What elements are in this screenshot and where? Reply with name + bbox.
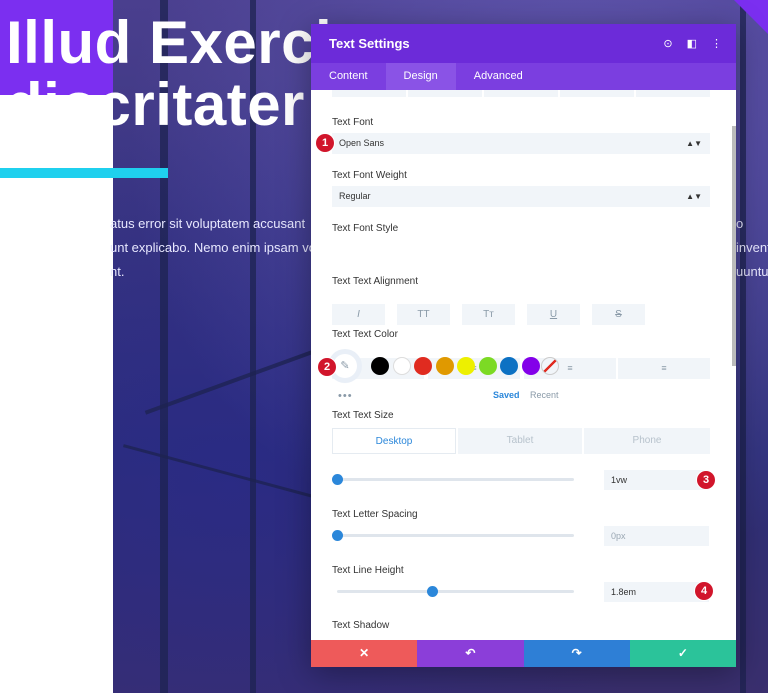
- color-swatch[interactable]: [414, 357, 432, 375]
- text-settings-modal: Text Settings ⊙ ◧ ⋮ Content Design Advan…: [311, 24, 736, 667]
- color-swatch[interactable]: [392, 357, 411, 375]
- saved-colors-tab[interactable]: Saved: [493, 390, 520, 400]
- undo-button[interactable]: ↶: [417, 640, 524, 667]
- no-color-swatch[interactable]: [541, 357, 559, 375]
- text-color-label: Text Text Color: [332, 329, 398, 340]
- purple-corner-top-right: [734, 0, 768, 34]
- text-shadow-label: Text Shadow: [332, 620, 390, 631]
- modal-tabs: Content Design Advanced: [311, 63, 736, 90]
- step-marker-4: 4: [695, 582, 713, 600]
- text-font-select[interactable]: Open Sans ▲▼: [332, 133, 710, 154]
- clipped-row-button: [636, 90, 710, 97]
- device-tab-desktop[interactable]: Desktop: [332, 428, 456, 454]
- tab-advanced[interactable]: Advanced: [456, 63, 541, 90]
- letter-spacing-input[interactable]: 0px: [604, 526, 709, 546]
- letter-spacing-slider-track[interactable]: [337, 534, 574, 537]
- italic-button[interactable]: I: [332, 304, 385, 325]
- text-size-label: Text Text Size: [332, 410, 394, 421]
- modal-body: Text Font Open Sans ▲▼ Text Font Weight …: [311, 90, 736, 640]
- hero-title-line2: diocritater: [6, 71, 305, 138]
- underline-button[interactable]: U: [527, 304, 580, 325]
- color-swatch[interactable]: [457, 357, 475, 375]
- modal-title: Text Settings: [329, 36, 410, 51]
- device-tab-phone[interactable]: Phone: [584, 428, 710, 454]
- step-marker-3: 3: [697, 471, 715, 489]
- text-font-value: Open Sans: [339, 138, 385, 148]
- text-font-weight-select[interactable]: Regular ▲▼: [332, 186, 710, 207]
- redo-button[interactable]: ↷: [523, 640, 630, 667]
- line-height-label: Text Line Height: [332, 565, 404, 576]
- more-vertical-icon[interactable]: ⋮: [711, 37, 722, 50]
- line-height-slider-track[interactable]: [337, 590, 574, 593]
- clipped-row-button: [332, 90, 406, 97]
- text-font-style-label: Text Font Style: [332, 223, 399, 234]
- tree-branch: [123, 444, 317, 499]
- color-swatch[interactable]: [435, 357, 454, 375]
- capitalize-button[interactable]: Tт: [462, 304, 515, 325]
- color-swatch[interactable]: [371, 357, 389, 375]
- letter-spacing-label: Text Letter Spacing: [332, 509, 418, 520]
- modal-header: Text Settings ⊙ ◧ ⋮: [311, 24, 736, 63]
- accent-bar: [0, 168, 168, 178]
- uppercase-button[interactable]: TT: [397, 304, 450, 325]
- text-font-weight-value: Regular: [339, 191, 371, 201]
- select-arrow-icon: ▲▼: [686, 192, 702, 201]
- strikethrough-button[interactable]: S: [592, 304, 645, 325]
- hero-title: Illud Exerci diocritater: [6, 12, 332, 136]
- text-font-weight-label: Text Font Weight: [332, 170, 407, 181]
- hero-title-line1: Illud Exerci: [6, 9, 333, 76]
- color-swatch[interactable]: [521, 357, 540, 375]
- split-view-icon[interactable]: ◧: [687, 37, 697, 50]
- recent-colors-tab[interactable]: Recent: [530, 390, 559, 400]
- text-size-slider-thumb[interactable]: [332, 474, 343, 485]
- color-picker-icon[interactable]: ✎: [333, 354, 357, 378]
- align-justify-button[interactable]: ≡: [618, 358, 710, 379]
- step-marker-1: 1: [316, 134, 334, 152]
- tree-branch: [144, 349, 316, 415]
- text-font-label: Text Font: [332, 117, 374, 128]
- save-button[interactable]: ✓: [629, 640, 736, 667]
- tab-content[interactable]: Content: [311, 63, 386, 90]
- letter-spacing-slider-thumb[interactable]: [332, 530, 343, 541]
- more-colors-icon[interactable]: •••: [338, 390, 353, 402]
- text-alignment-label: Text Text Alignment: [332, 276, 418, 287]
- modal-footer: ✕ ↶ ↷ ✓: [311, 640, 736, 667]
- clipped-row-button: [560, 90, 634, 97]
- color-swatch[interactable]: [500, 357, 518, 375]
- modal-scrollbar[interactable]: [732, 126, 736, 366]
- hero-body-text-right: o invent uuntur: [736, 216, 768, 279]
- text-size-slider-track[interactable]: [337, 478, 574, 481]
- device-tab-tablet[interactable]: Tablet: [458, 428, 582, 454]
- color-swatch[interactable]: [478, 357, 497, 375]
- clipped-row-button: [408, 90, 482, 97]
- step-marker-2: 2: [318, 358, 336, 376]
- line-height-slider-thumb[interactable]: [426, 586, 438, 597]
- text-size-input[interactable]: 1vw: [604, 470, 709, 490]
- hero-body-text: atus error sit voluptatem accusant unt e…: [110, 216, 316, 279]
- tree-trunk: [740, 0, 746, 693]
- clipped-row-button: [484, 90, 558, 97]
- line-height-input[interactable]: 1.8em: [604, 582, 709, 602]
- tab-design[interactable]: Design: [385, 63, 456, 90]
- select-arrow-icon: ▲▼: [686, 139, 702, 148]
- modal-header-icons: ⊙ ◧ ⋮: [663, 37, 722, 50]
- target-icon[interactable]: ⊙: [663, 37, 672, 50]
- cancel-button[interactable]: ✕: [311, 640, 418, 667]
